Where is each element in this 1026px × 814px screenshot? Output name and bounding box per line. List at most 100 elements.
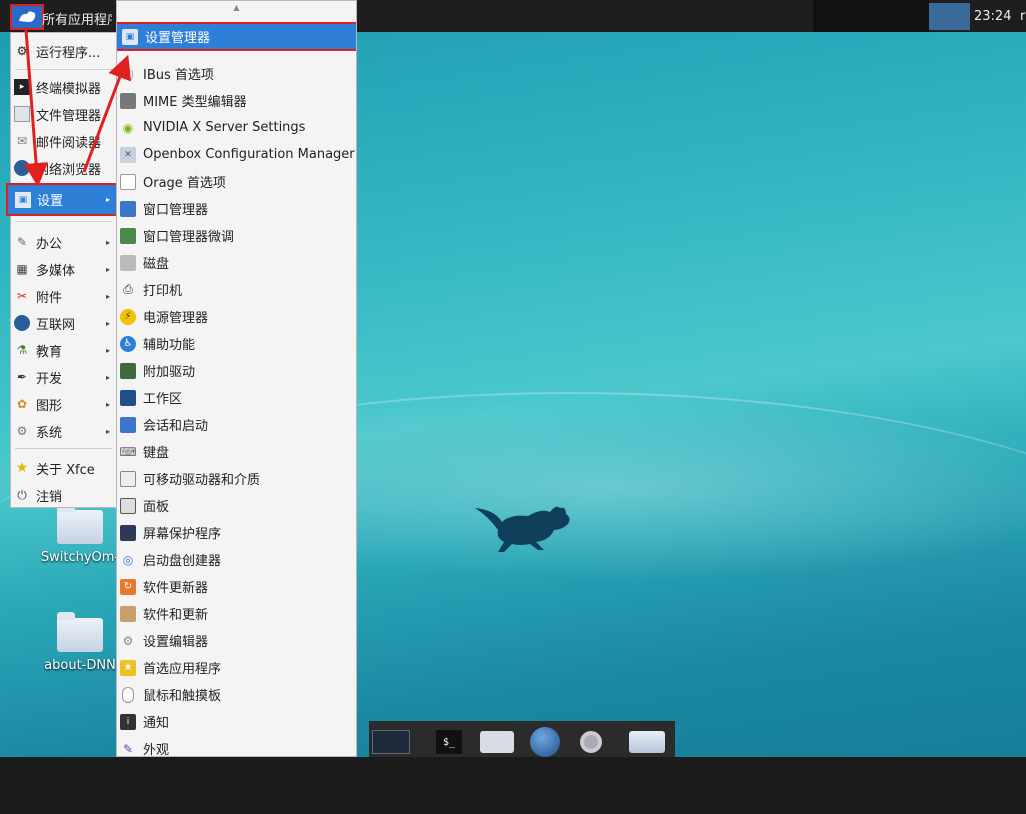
sub-item-software-sources[interactable]: 软件和更新 — [117, 600, 356, 627]
settings-manager-icon: ▣ — [122, 28, 138, 45]
sub-item-label: 键盘 — [143, 446, 170, 461]
sub-item-label: 软件和更新 — [143, 608, 209, 623]
sub-item-disks[interactable]: 磁盘 — [117, 249, 356, 276]
menu-item-label: 附件 — [36, 290, 63, 306]
menu-item-accessories[interactable]: ✂ 附件 ▸ — [11, 283, 116, 309]
sub-item-label: 电源管理器 — [143, 311, 209, 326]
workspace-icon — [120, 389, 136, 406]
menu-item-label: 关于 Xfce — [36, 462, 95, 478]
sub-item-label: 设置管理器 — [145, 31, 211, 46]
desktop-icon-switchyomega[interactable]: SwitchyOm- — [35, 504, 125, 565]
sub-item-label: 窗口管理器 — [143, 203, 209, 218]
xfce-logo-icon — [19, 11, 36, 22]
show-desktop-icon[interactable] — [371, 727, 411, 757]
submenu-arrow-icon: ▸ — [105, 291, 110, 301]
browser-icon[interactable] — [525, 727, 565, 757]
sub-item-label: 会话和启动 — [143, 419, 209, 434]
sub-item-software-updater[interactable]: ↻ 软件更新器 — [117, 573, 356, 600]
window-tweaks-icon — [120, 227, 136, 244]
desktop-icon-about-dnn[interactable]: about-DNN — [35, 612, 125, 673]
search-icon[interactable] — [571, 727, 611, 757]
menu-item-graphics[interactable]: ✿ 图形 ▸ — [11, 391, 116, 417]
sub-item-workspaces[interactable]: 工作区 — [117, 384, 356, 411]
sub-item-window-manager[interactable]: 窗口管理器 — [117, 195, 356, 222]
menu-item-file-manager[interactable]: 文件管理器 — [11, 101, 116, 127]
screensaver-icon — [120, 524, 136, 541]
menu-item-office[interactable]: ✎ 办公 ▸ — [11, 229, 116, 255]
sub-item-label: 首选应用程序 — [143, 662, 222, 677]
appearance-icon: ✎ — [122, 741, 134, 756]
sub-item-session-startup[interactable]: 会话和启动 — [117, 411, 356, 438]
menu-item-system[interactable]: ⚙ 系统 ▸ — [11, 418, 116, 444]
window-manager-icon — [120, 200, 136, 217]
menu-item-development[interactable]: ✒ 开发 ▸ — [11, 364, 116, 390]
sub-item-appearance[interactable]: ✎ 外观 — [117, 735, 356, 757]
panel-tasklist — [813, 0, 929, 32]
sub-item-label: 磁盘 — [143, 257, 170, 272]
settings-icon: ▣ — [15, 191, 31, 208]
scroll-up-arrow-icon[interactable]: ▲ — [117, 3, 356, 12]
sub-item-label: 打印机 — [143, 284, 183, 299]
applications-menu: ⚙ 运行程序... ▸ 终端模拟器 文件管理器 ✉ 邮件阅读器 网络浏览器 ▣ … — [6, 32, 118, 508]
terminal-icon[interactable]: $_ — [429, 727, 469, 757]
menu-item-about-xfce[interactable]: ★ 关于 Xfce — [11, 455, 116, 481]
office-icon: ✎ — [16, 235, 28, 249]
sub-item-mime-editor[interactable]: MIME 类型编辑器 — [117, 87, 356, 114]
folder-icon[interactable] — [627, 727, 667, 757]
notification-icon: i — [120, 713, 136, 730]
menu-item-education[interactable]: ⚗ 教育 ▸ — [11, 337, 116, 363]
workspace-switcher[interactable] — [929, 3, 970, 30]
menu-item-internet[interactable]: 互联网 ▸ — [11, 310, 116, 336]
sub-item-panel[interactable]: 面板 — [117, 492, 356, 519]
applications-menu-label[interactable]: 所有应用程序 — [42, 9, 112, 28]
menu-item-label: 多媒体 — [36, 263, 76, 279]
applications-menu-button[interactable] — [10, 4, 44, 30]
sub-item-preferred-apps[interactable]: ★ 首选应用程序 — [117, 654, 356, 681]
nvidia-icon: ◉ — [122, 120, 134, 135]
menu-item-mail-reader[interactable]: ✉ 邮件阅读器 — [11, 128, 116, 154]
menu-item-label: 邮件阅读器 — [36, 135, 102, 151]
sub-item-keyboard[interactable]: ⌨ 键盘 — [117, 438, 356, 465]
run-icon: ⚙ — [16, 44, 28, 58]
sub-item-label: 可移动驱动器和介质 — [143, 473, 261, 488]
folder-icon — [14, 106, 30, 122]
internet-icon — [14, 315, 30, 331]
home-folder-icon[interactable] — [477, 727, 517, 757]
menu-item-label: 办公 — [36, 236, 63, 252]
printer-icon: ⎙ — [123, 282, 133, 296]
ibus-icon: ▢ — [122, 66, 134, 81]
star-icon: ★ — [15, 460, 29, 476]
menu-item-terminal[interactable]: ▸ 终端模拟器 — [11, 74, 116, 100]
sub-item-additional-drivers[interactable]: 附加驱动 — [117, 357, 356, 384]
sub-item-orage-prefs[interactable]: Orage 首选项 — [117, 168, 356, 195]
panel-overflow-text: r — [1020, 9, 1026, 24]
menu-item-label: 系统 — [36, 425, 63, 441]
sub-item-settings-manager[interactable]: ▣ 设置管理器 — [117, 22, 356, 51]
sub-item-notifications[interactable]: i 通知 — [117, 708, 356, 735]
clock[interactable]: 23:24 — [974, 9, 1011, 24]
sub-item-removable-drives[interactable]: 可移动驱动器和介质 — [117, 465, 356, 492]
sub-item-settings-editor[interactable]: ⚙ 设置编辑器 — [117, 627, 356, 654]
menu-item-label: 运行程序... — [36, 45, 101, 61]
menu-item-label: 文件管理器 — [36, 108, 102, 124]
menu-item-logout[interactable]: ⏻ 注销 — [11, 482, 116, 508]
menu-separator — [15, 69, 112, 70]
sub-item-nvidia-settings[interactable]: ◉ NVIDIA X Server Settings — [117, 114, 356, 141]
menu-item-settings[interactable]: ▣ 设置 ▸ — [6, 183, 118, 216]
xfce-mouse-logo — [475, 506, 570, 552]
openbox-icon: ✕ — [120, 146, 136, 163]
menu-item-multimedia[interactable]: ▦ 多媒体 ▸ — [11, 256, 116, 282]
sub-item-label: 面板 — [143, 500, 170, 515]
sub-item-screensaver[interactable]: 屏幕保护程序 — [117, 519, 356, 546]
menu-item-web-browser[interactable]: 网络浏览器 — [11, 155, 116, 181]
sub-item-startup-disk-creator[interactable]: ◎ 启动盘创建器 — [117, 546, 356, 573]
sub-item-power-manager[interactable]: ⚡ 电源管理器 — [117, 303, 356, 330]
sub-item-mouse-touchpad[interactable]: 鼠标和触摸板 — [117, 681, 356, 708]
menu-item-label: 图形 — [36, 398, 63, 414]
sub-item-printers[interactable]: ⎙ 打印机 — [117, 276, 356, 303]
sub-item-ibus[interactable]: ▢ IBus 首选项 — [117, 60, 356, 87]
sub-item-accessibility[interactable]: ♿ 辅助功能 — [117, 330, 356, 357]
menu-item-run-program[interactable]: ⚙ 运行程序... — [11, 38, 116, 64]
sub-item-openbox-config[interactable]: ✕ Openbox Configuration Manager — [117, 141, 356, 168]
sub-item-window-manager-tweaks[interactable]: 窗口管理器微调 — [117, 222, 356, 249]
